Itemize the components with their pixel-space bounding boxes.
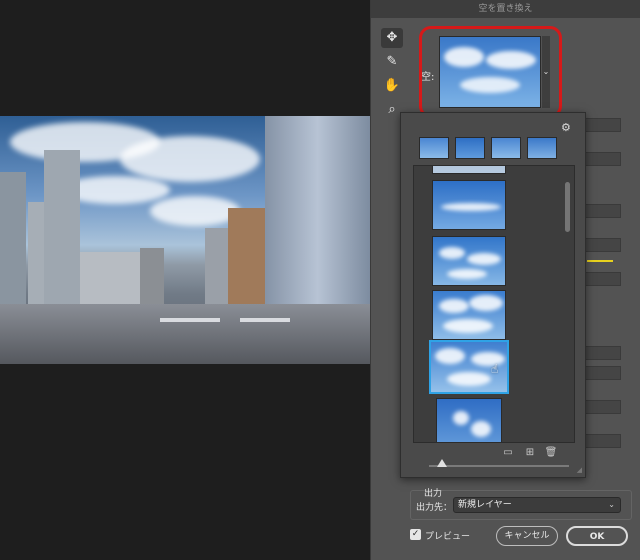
output-destination-value: 新規レイヤー [458,500,512,510]
preview-checkbox[interactable]: ✓ [410,529,421,540]
scrollbar-thumb[interactable] [565,182,570,232]
preview-label: プレビュー [425,532,471,542]
sky-preset-list [413,165,575,443]
output-destination-select[interactable]: 新規レイヤー ⌄ [453,497,621,513]
cancel-button[interactable]: キャンセル [496,526,558,546]
new-group-folder-icon[interactable]: ▭ [501,447,515,461]
sky-group-clear[interactable] [455,137,485,159]
gear-icon[interactable]: ⚙ [561,121,571,134]
thumbnail-size-slider-thumb[interactable] [437,459,447,467]
thumbnail-size-slider[interactable] [429,465,569,467]
tool-column: ✥ ✎ ✋ ⌕ [381,28,403,124]
sky-group-clouds[interactable] [491,137,521,159]
chevron-down-icon: ⌄ [608,500,615,509]
dialog-title: 空を置き換え [371,0,640,18]
color-indicator [587,260,613,262]
sky-preset-item[interactable] [432,166,506,174]
output-section-title: 出力 [424,489,443,499]
sky-preset-popup: ⚙ ▭ ⊞ 🗑 ◢ [400,112,586,478]
hand-tool-icon[interactable]: ✋ [381,76,403,96]
highlight-annotation [419,26,562,118]
sky-group-blue[interactable] [419,137,449,159]
pointer-hand-cursor-icon: ☝ [491,362,499,376]
ok-button[interactable]: OK [566,526,628,546]
sky-preset-item[interactable] [436,398,502,442]
resize-grip-icon[interactable]: ◢ [577,466,582,474]
trash-icon[interactable]: 🗑 [544,447,558,461]
sky-brush-tool-icon[interactable]: ✎ [381,52,403,72]
sky-preset-item[interactable] [432,236,506,286]
move-tool-icon[interactable]: ✥ [381,28,403,48]
sky-preset-item[interactable] [432,290,506,340]
canvas-photo [0,116,370,364]
sky-preset-item[interactable] [432,180,506,230]
sky-group-spectacular[interactable] [527,137,557,159]
output-destination-label: 出力先： [416,503,453,513]
add-sky-icon[interactable]: ⊞ [523,447,537,461]
